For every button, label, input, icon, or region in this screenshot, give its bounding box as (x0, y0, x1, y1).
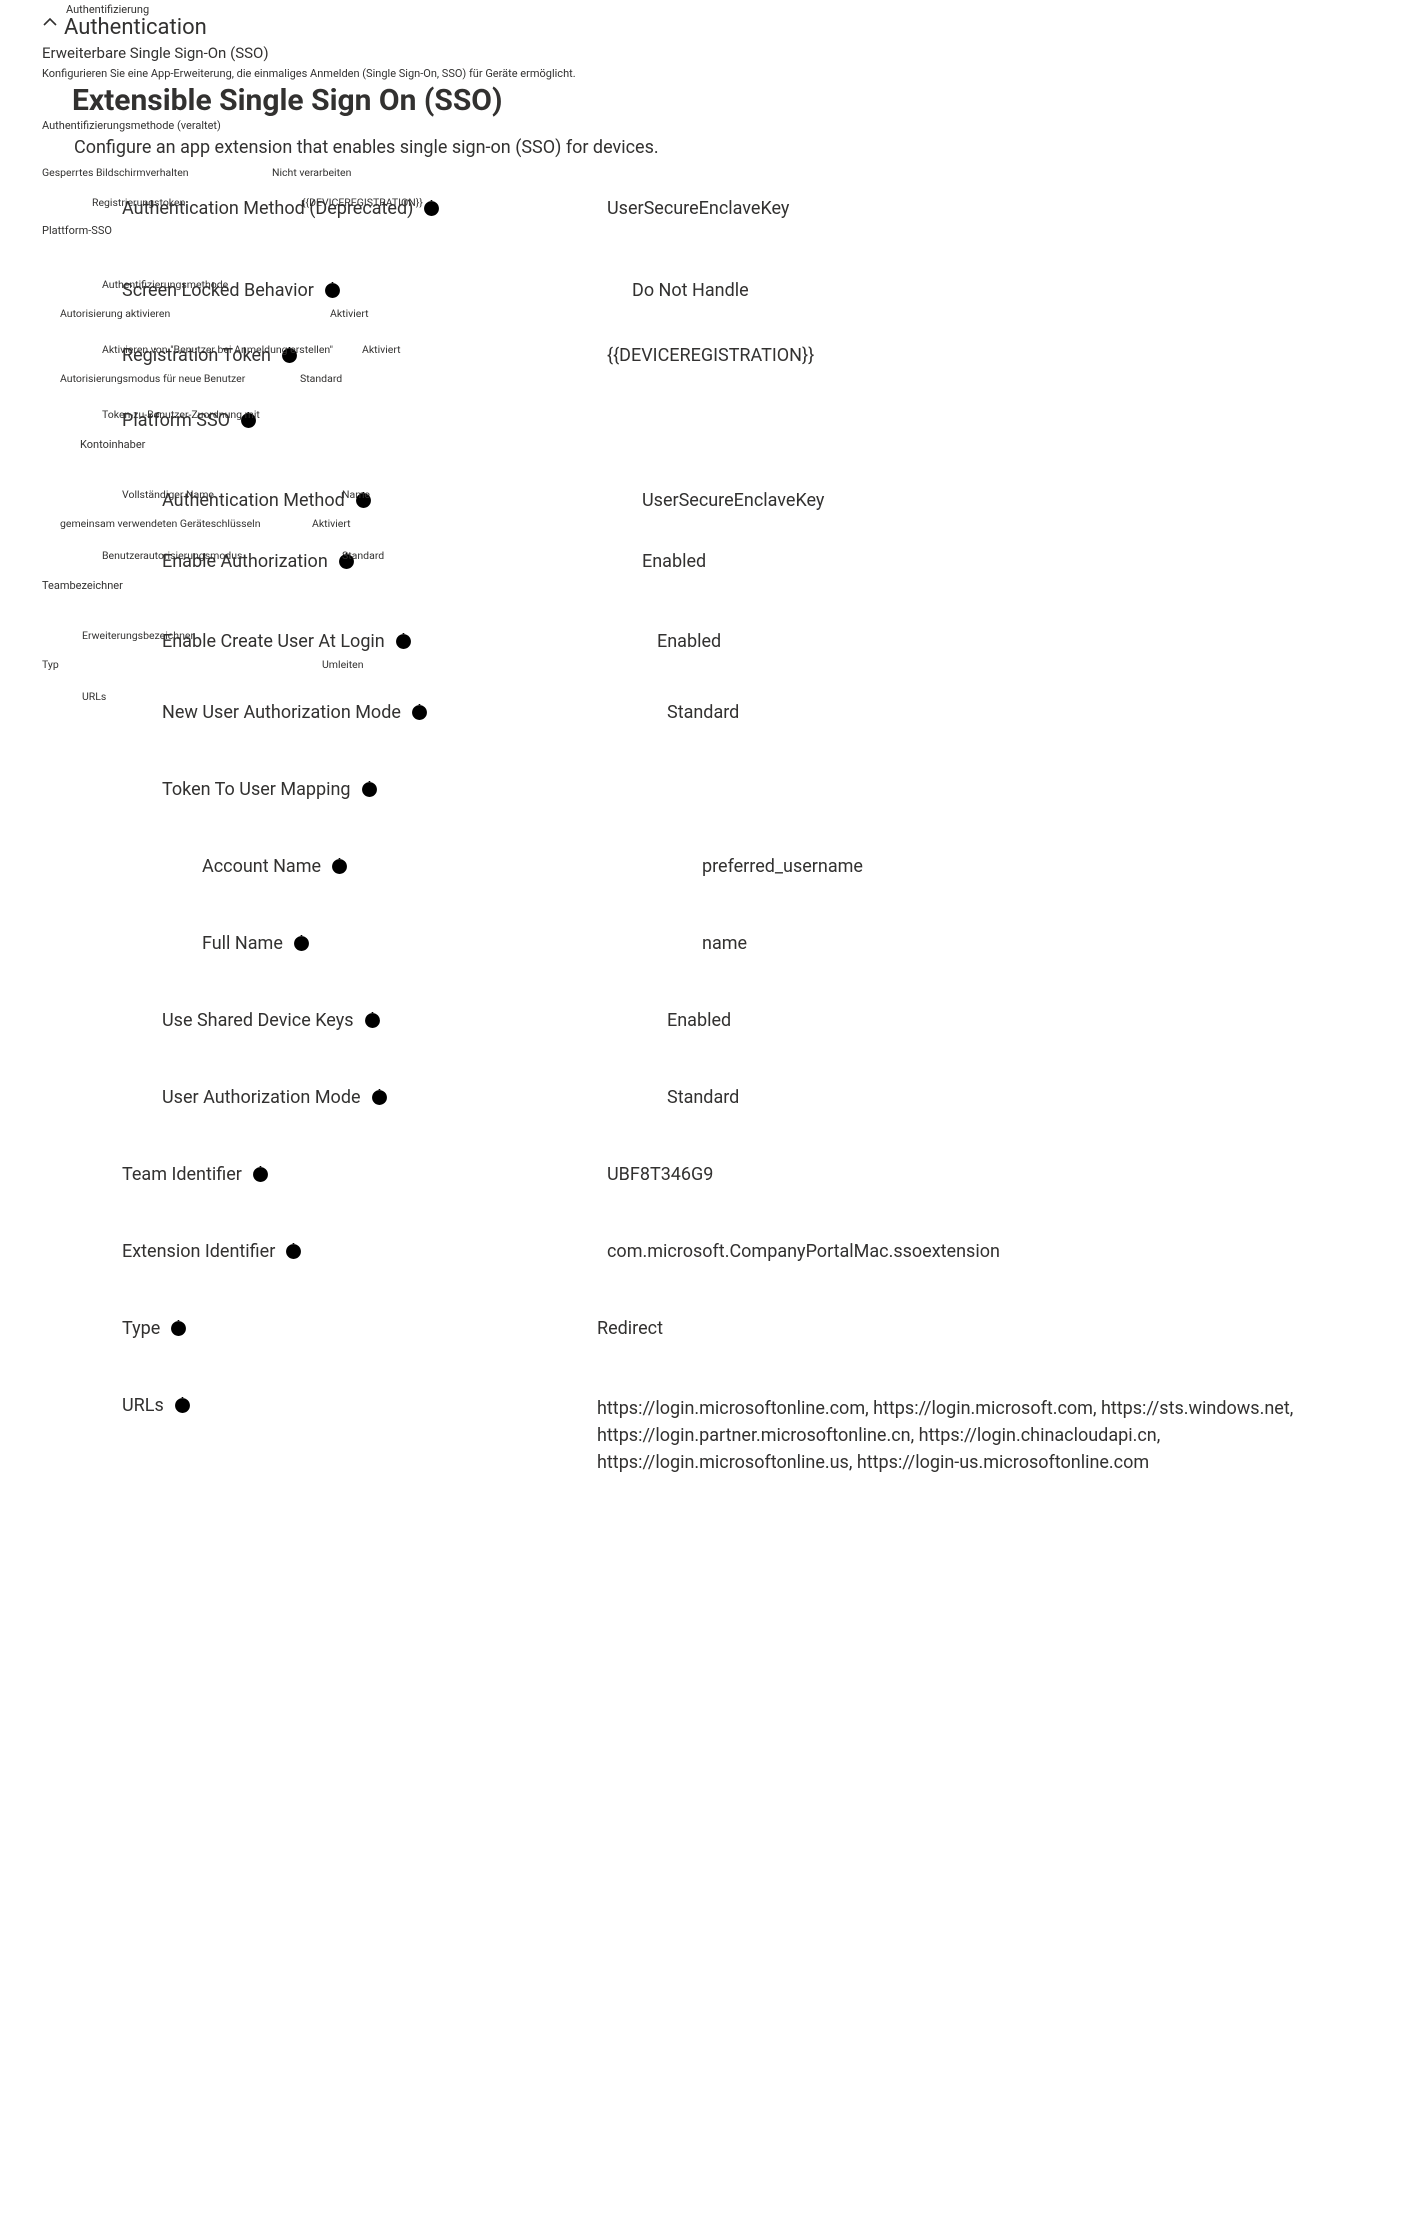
reg-token-val-de: {{DEVICEREGISTRATION}} (302, 198, 423, 209)
enable-create-user-label: Enable Create User At Login (162, 631, 412, 652)
account-name-label: Account Name (202, 856, 348, 877)
shared-keys-de: gemeinsam verwendeten Geräteschlüsseln (60, 519, 261, 530)
auth-method-value: UserSecureEnclaveKey (642, 490, 824, 511)
enable-create-user-value: Enabled (657, 631, 721, 652)
info-icon[interactable] (252, 1166, 269, 1183)
shared-keys-val-de: Aktiviert (312, 519, 351, 530)
type-val-de: Umleiten (322, 660, 364, 671)
user-auth-mode-label: User Authorization Mode (162, 1087, 388, 1108)
section-hint-de: Konfigurieren Sie eine App-Erweiterung, … (42, 68, 1402, 79)
user-auth-mode-value: Standard (667, 1087, 739, 1108)
page-description: Configure an app extension that enables … (74, 137, 1402, 158)
extension-identifier-value: com.microsoft.CompanyPortalMac.ssoextens… (607, 1241, 1000, 1262)
full-name-de: Vollständiger Name (122, 490, 214, 501)
info-icon[interactable] (174, 1397, 191, 1414)
info-icon[interactable] (324, 282, 341, 299)
type-value: Redirect (597, 1318, 663, 1339)
use-shared-device-keys-value: Enabled (667, 1010, 731, 1031)
use-shared-device-keys-label: Use Shared Device Keys (162, 1010, 381, 1031)
urls-label: URLs (122, 1395, 191, 1416)
full-name-label: Full Name (202, 933, 310, 954)
info-icon[interactable] (361, 781, 378, 798)
section-header-en: Authentication (64, 15, 207, 40)
info-icon[interactable] (395, 633, 412, 650)
token-to-user-mapping-label: Token To User Mapping (162, 779, 378, 800)
enable-auth-val-de: Aktiviert (330, 309, 369, 320)
reg-token-de: Registrierungstoken (92, 198, 185, 209)
info-icon[interactable] (331, 858, 348, 875)
enable-create-val-de: Aktiviert (362, 345, 401, 356)
full-name-val-de: Name (342, 490, 370, 501)
full-name-value: name (702, 933, 747, 954)
team-id-de: Teambezeichner (42, 580, 1402, 591)
screen-locked-value: Do Not Handle (632, 280, 749, 301)
registration-token-value: {{DEVICEREGISTRATION}} (607, 345, 814, 366)
enable-auth-de: Autorisierung aktivieren (60, 309, 170, 320)
auth-method-deprecated-de: Authentifizierungsmethode (veraltet) (42, 120, 1402, 131)
enable-authorization-value: Enabled (642, 551, 706, 572)
info-icon[interactable] (364, 1012, 381, 1029)
section-header-de: Authentifizierung (66, 4, 207, 15)
account-name-value: preferred_username (702, 856, 863, 877)
new-user-mode-de: Autorisierungsmodus für neue Benutzer (60, 374, 245, 385)
team-identifier-label: Team Identifier (122, 1164, 269, 1185)
auth-method-de: Authentifizierungsmethode (102, 280, 228, 291)
info-icon[interactable] (423, 200, 440, 217)
info-icon[interactable] (371, 1089, 388, 1106)
token-mapping-de: Token-zu-Benutzer-Zuordnung mit (102, 410, 260, 421)
new-user-auth-mode-value: Standard (667, 702, 739, 723)
ext-id-de: Erweiterungsbezeichner (82, 631, 194, 642)
info-icon[interactable] (170, 1320, 187, 1337)
platform-sso-de: Plattform-SSO (42, 225, 1402, 236)
auth-method-deprecated-value: UserSecureEnclaveKey (607, 198, 789, 219)
section-header[interactable]: Authentifizierung Authentication (42, 4, 1402, 40)
new-user-auth-mode-label: New User Authorization Mode (162, 702, 428, 723)
user-auth-mode-de: Benutzerautorisierungsmodus (102, 551, 242, 562)
page-title: Extensible Single Sign On (SSO) (72, 83, 1402, 118)
urls-de: URLs (82, 692, 106, 703)
enable-create-de: Aktivieren von "Benutzer bei Anmeldung e… (102, 345, 333, 356)
info-icon[interactable] (293, 935, 310, 952)
user-auth-mode-val-de: Standard (342, 551, 384, 562)
urls-value: https://login.microsoftonline.com, https… (597, 1395, 1367, 1476)
info-icon[interactable] (285, 1243, 302, 1260)
screen-locked-de: Gesperrtes Bildschirmverhalten (42, 168, 189, 179)
type-label: Type (122, 1318, 187, 1339)
account-name-de: Kontoinhaber (80, 439, 1402, 450)
extension-identifier-label: Extension Identifier (122, 1241, 302, 1262)
new-user-mode-val-de: Standard (300, 374, 342, 385)
team-identifier-value: UBF8T346G9 (607, 1164, 713, 1185)
screen-locked-val-de: Nicht verarbeiten (272, 168, 351, 179)
type-de: Typ (42, 660, 59, 671)
chevron-up-icon (42, 14, 58, 30)
info-icon[interactable] (411, 704, 428, 721)
section-subtitle-de: Erweiterbare Single Sign-On (SSO) (42, 44, 1402, 62)
